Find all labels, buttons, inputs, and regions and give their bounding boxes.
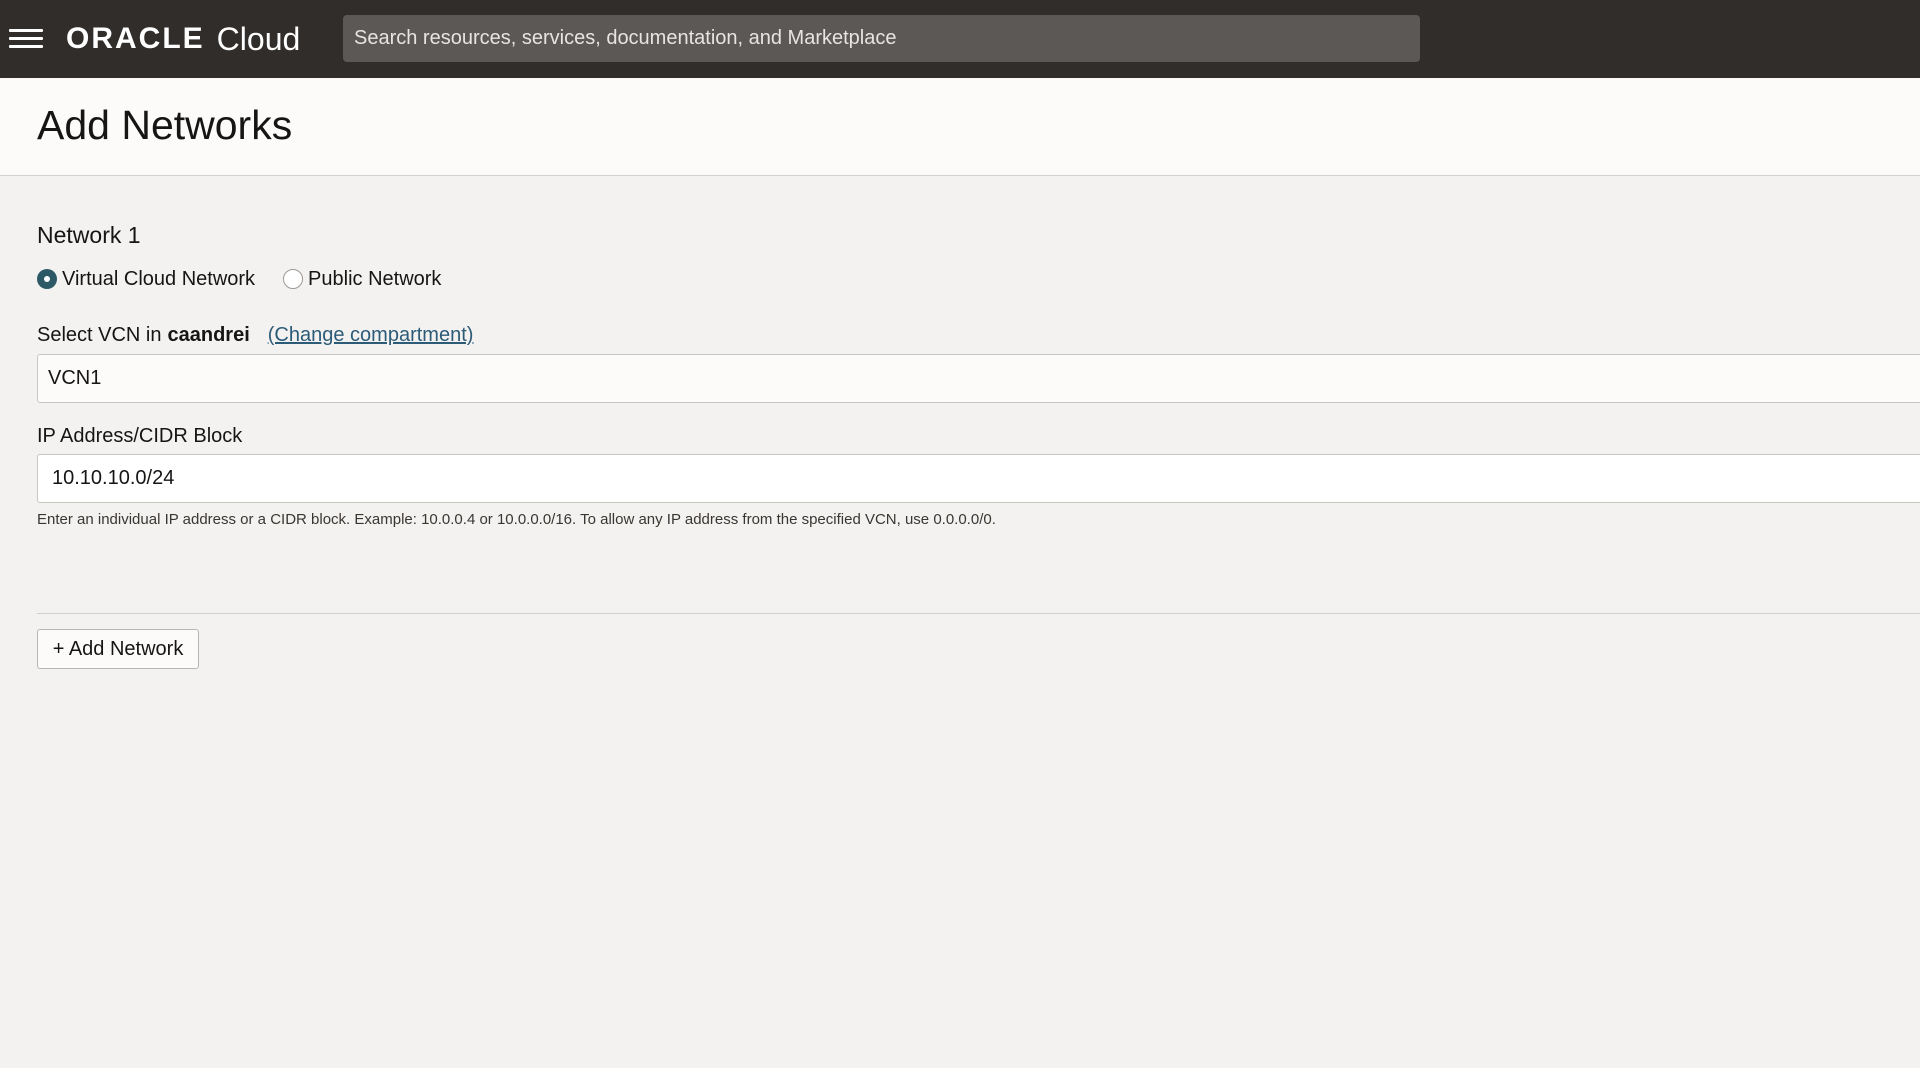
radio-public-network[interactable]: Public Network: [283, 268, 441, 291]
radio-virtual-cloud-network[interactable]: Virtual Cloud Network: [37, 268, 255, 291]
select-vcn-label: Select VCN in caandrei (Change compartme…: [37, 324, 473, 347]
section-divider: [37, 613, 1920, 614]
page-header: Add Networks: [0, 78, 1920, 176]
oracle-cloud-logo[interactable]: ORACLE Cloud: [66, 20, 300, 58]
radio-checked-icon[interactable]: [37, 269, 57, 289]
cidr-block-input[interactable]: [37, 454, 1920, 503]
global-search-input[interactable]: [343, 15, 1420, 62]
change-compartment-link[interactable]: (Change compartment): [268, 324, 474, 347]
page-title: Add Networks: [37, 102, 293, 148]
logo-product: Cloud: [216, 20, 301, 57]
network-section-title: Network 1: [37, 222, 141, 248]
add-network-button[interactable]: + Add Network: [37, 629, 199, 669]
vcn-select-value: VCN1: [48, 367, 102, 389]
radio-label-virtual-cloud-network: Virtual Cloud Network: [62, 267, 256, 290]
select-vcn-label-prefix: Select VCN in: [37, 324, 162, 346]
compartment-name: caandrei: [167, 324, 250, 346]
hamburger-menu-icon[interactable]: [9, 27, 43, 51]
radio-unchecked-icon[interactable]: [283, 269, 304, 289]
vcn-select[interactable]: VCN1: [37, 354, 1920, 403]
radio-label-public-network: Public Network: [308, 267, 442, 290]
cidr-block-label: IP Address/CIDR Block: [37, 425, 243, 447]
logo-brand: ORACLE: [66, 22, 205, 55]
top-navigation-bar: ORACLE Cloud: [0, 0, 1920, 78]
cidr-help-text: Enter an individual IP address or a CIDR…: [37, 511, 996, 528]
network-type-radio-group: Virtual Cloud Network Public Network: [37, 266, 441, 292]
